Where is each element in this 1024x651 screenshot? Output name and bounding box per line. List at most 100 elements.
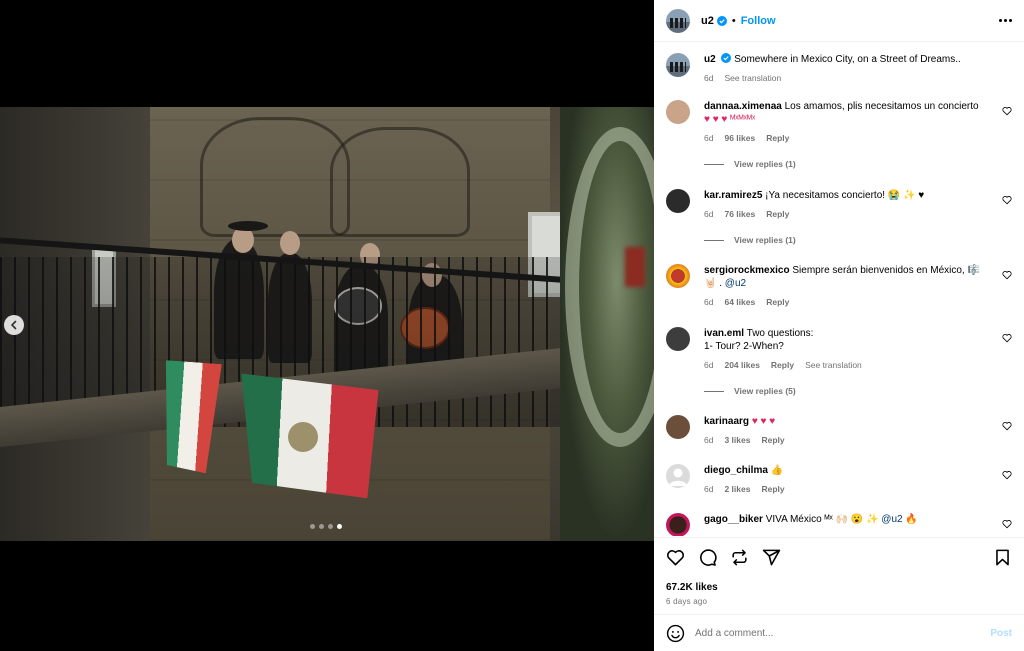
comment-likes[interactable]: 2 likes xyxy=(724,483,750,496)
post-timestamp: 6 days ago xyxy=(666,597,708,606)
reply-button[interactable]: Reply xyxy=(766,208,789,221)
avatar[interactable] xyxy=(666,100,690,124)
reply-button[interactable]: Reply xyxy=(771,359,794,372)
likes-count[interactable]: 67.2K likes xyxy=(666,582,1012,593)
view-replies-link[interactable]: View replies (5) xyxy=(704,386,1012,396)
view-replies-label: View replies (5) xyxy=(734,386,796,396)
photo-ornament xyxy=(200,117,350,237)
comment-likes[interactable]: 76 likes xyxy=(724,208,755,221)
comment-likes[interactable]: 3 likes xyxy=(724,434,750,447)
comment-item: diego_chilma 👍 6d 2 likes Reply xyxy=(666,464,1012,496)
comment-age: 6d xyxy=(704,297,714,307)
comment-text-line2: ♥ ♥ ♥ ᴹˣᴹˣᴹˣ xyxy=(704,114,756,125)
comment-likes[interactable]: 96 likes xyxy=(724,132,755,145)
comment-like-heart-icon[interactable] xyxy=(1002,421,1012,431)
see-translation-link[interactable]: See translation xyxy=(805,359,862,372)
photo-person-head xyxy=(280,231,300,255)
comment-username[interactable]: ivan.eml xyxy=(704,328,744,339)
comment-mention[interactable]: @u2 xyxy=(725,278,746,289)
comment-age: 6d xyxy=(704,484,714,494)
comment-age: 6d xyxy=(704,133,714,143)
comment-age: 6d xyxy=(704,435,714,445)
follow-button[interactable]: Follow xyxy=(741,15,776,27)
comment-text: Los amamos, plis necesitamos un conciert… xyxy=(784,101,979,112)
carousel-dot[interactable] xyxy=(319,524,324,529)
header-separator: • xyxy=(731,14,736,27)
comment-like-heart-icon[interactable] xyxy=(1002,470,1012,480)
reply-button[interactable]: Reply xyxy=(766,132,789,145)
emoji-smiley-icon[interactable] xyxy=(666,624,685,643)
post-caption: u2 Somewhere in Mexico City, on a Street… xyxy=(666,53,1012,85)
avatar[interactable] xyxy=(666,327,690,351)
caption-age: 6d xyxy=(704,73,714,83)
verified-badge-icon xyxy=(716,15,727,26)
like-heart-icon[interactable] xyxy=(666,548,685,567)
comments-list[interactable]: u2 Somewhere in Mexico City, on a Street… xyxy=(654,43,1024,536)
comment-text: ♥ ♥ ♥ xyxy=(751,416,776,427)
repost-icon[interactable] xyxy=(730,548,749,567)
comment-username[interactable]: gago__biker xyxy=(704,514,763,525)
post-media xyxy=(0,0,654,651)
photo-flag-emblem xyxy=(288,422,318,452)
photo-hat xyxy=(228,221,268,231)
comment-username[interactable]: dannaa.ximenaa xyxy=(704,101,782,112)
post-header: u2 • Follow xyxy=(654,0,1024,42)
caption-username[interactable]: u2 xyxy=(704,54,716,65)
view-replies-link[interactable]: View replies (1) xyxy=(704,159,1012,169)
view-replies-label: View replies (1) xyxy=(734,235,796,245)
comment-like-heart-icon[interactable] xyxy=(1002,270,1012,280)
comment-item: kar.ramirez5 ¡Ya necesitamos concierto! … xyxy=(666,189,1012,245)
carousel-prev-button[interactable] xyxy=(4,315,24,335)
avatar[interactable] xyxy=(666,8,690,33)
comment-item: ivan.eml Two questions: 1- Tour? 2-When?… xyxy=(666,327,1012,396)
comment-text-line2: 1- Tour? 2-When? xyxy=(704,341,784,352)
comment-text: Two questions: xyxy=(746,328,814,339)
comment-item: gago__biker VIVA México ᴹˣ 🙌🏻 😮 ✨ @u2 🔥 xyxy=(666,513,1012,536)
carousel-dot[interactable] xyxy=(310,524,315,529)
comment-likes[interactable]: 204 likes xyxy=(724,359,759,372)
comment-like-heart-icon[interactable] xyxy=(1002,333,1012,343)
post-side-panel: u2 • Follow u2 Somewhere in Mexico City,… xyxy=(654,0,1024,651)
carousel-dot[interactable] xyxy=(328,524,333,529)
comment-mention[interactable]: @u2 xyxy=(881,514,902,525)
default-avatar-icon xyxy=(669,468,687,486)
comment-text: Siempre serán bienvenidos en México, 🎼 xyxy=(792,265,980,276)
comment-username[interactable]: sergiorockmexico xyxy=(704,265,790,276)
comment-like-heart-icon[interactable] xyxy=(1002,195,1012,205)
see-translation-link[interactable]: See translation xyxy=(724,72,781,85)
comment-username[interactable]: karinaarg xyxy=(704,416,749,427)
post-comment-button[interactable]: Post xyxy=(990,628,1012,639)
comment-item: sergiorockmexico Siempre serán bienvenid… xyxy=(666,264,1012,309)
reply-button[interactable]: Reply xyxy=(761,434,784,447)
comment-like-heart-icon[interactable] xyxy=(1002,106,1012,116)
more-options-icon[interactable] xyxy=(999,19,1012,22)
comment-like-heart-icon[interactable] xyxy=(1002,519,1012,529)
comment-text-line2: 🤘🏻 . xyxy=(704,278,723,289)
avatar[interactable] xyxy=(666,189,690,213)
view-replies-link[interactable]: View replies (1) xyxy=(704,235,1012,245)
avatar[interactable] xyxy=(666,264,690,288)
comment-icon[interactable] xyxy=(698,548,717,567)
reply-button[interactable]: Reply xyxy=(761,483,784,496)
post-actions: 67.2K likes 6 days ago xyxy=(654,537,1024,606)
comment-text: ¡Ya necesitamos concierto! 😭 ✨ ♥ xyxy=(765,190,925,201)
comment-text: VIVA México ᴹˣ 🙌🏻 😮 ✨ xyxy=(765,514,879,525)
avatar[interactable] xyxy=(666,415,690,439)
comment-username[interactable]: kar.ramirez5 xyxy=(704,190,762,201)
reply-button[interactable]: Reply xyxy=(766,296,789,309)
bookmark-save-icon[interactable] xyxy=(993,548,1012,567)
add-comment-bar: Post xyxy=(654,614,1024,651)
comment-username[interactable]: diego_chilma xyxy=(704,465,768,476)
avatar[interactable] xyxy=(666,464,690,488)
avatar[interactable] xyxy=(666,53,690,77)
caption-text: Somewhere in Mexico City, on a Street of… xyxy=(734,54,961,65)
comment-age: 6d xyxy=(704,360,714,370)
share-send-icon[interactable] xyxy=(762,548,781,567)
add-comment-input[interactable] xyxy=(695,627,991,639)
comment-text: 👍 xyxy=(770,465,784,476)
comment-item: dannaa.ximenaa Los amamos, plis necesita… xyxy=(666,100,1012,169)
comment-likes[interactable]: 64 likes xyxy=(724,296,755,309)
avatar[interactable] xyxy=(666,513,690,536)
carousel-dot[interactable] xyxy=(337,524,342,529)
post-author-username[interactable]: u2 xyxy=(701,15,714,27)
